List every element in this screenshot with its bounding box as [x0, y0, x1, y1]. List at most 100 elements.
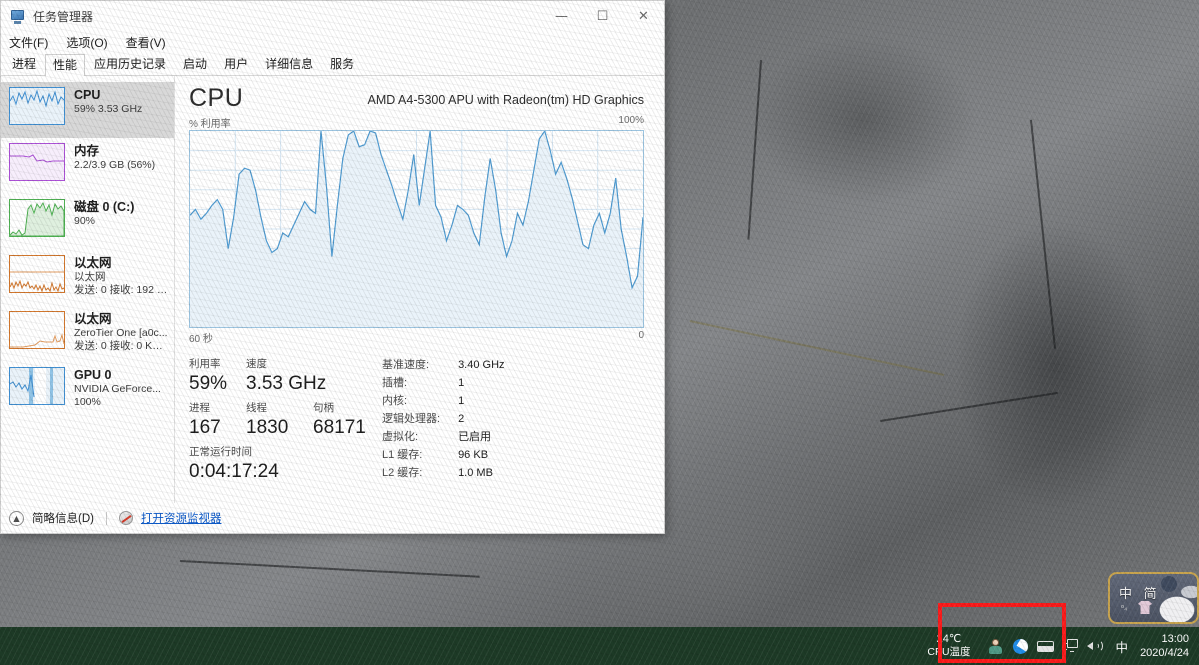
window-titlebar[interactable]: 任务管理器 — ☐ ✕	[1, 1, 664, 31]
tab-details[interactable]: 详细信息	[257, 53, 321, 75]
spec-key: 虚拟化:	[382, 431, 419, 443]
fewer-details-button[interactable]: 简略信息(D)	[32, 510, 94, 526]
stat-label: 利用率	[189, 358, 221, 370]
spec-value: 已启用	[458, 431, 492, 443]
sidebar-item-ethernet-2[interactable]: 以太网 ZeroTier One [a0c... 发送: 0 接收: 0 Kbp…	[1, 306, 174, 362]
blue-circle-icon	[1012, 638, 1028, 654]
maximize-button[interactable]: ☐	[582, 1, 623, 31]
cpu-utilization-chart[interactable]	[189, 130, 644, 328]
tray-app-button[interactable]	[1008, 627, 1033, 665]
cpu-temp-label: CPU温度	[927, 646, 971, 658]
stat-value: 68171	[313, 417, 366, 438]
tab-startup[interactable]: 启动	[175, 53, 215, 75]
sidebar-sub2: 发送: 0 接收: 0 Kbps	[74, 340, 168, 352]
spec-row: 插槽: 1	[382, 376, 505, 394]
spec-key: 内核:	[382, 395, 408, 407]
cpu-temperature-widget[interactable]: 24℃ CPU温度	[927, 633, 970, 659]
stat-speed: 速度 3.53 GHz	[246, 357, 326, 397]
sidebar-sub: 90%	[74, 215, 96, 227]
tray-person-button[interactable]	[983, 627, 1008, 665]
spec-value: 96 KB	[458, 449, 489, 461]
sidebar-sub: 以太网	[74, 271, 106, 283]
ime-indicator[interactable]: 中	[1108, 637, 1137, 656]
panel-header: CPU AMD A4-5300 APU with Radeon(tm) HD G…	[189, 84, 644, 113]
system-tray[interactable]: 24℃ CPU温度 中 13:00 2020/4/24	[927, 627, 1199, 665]
tray-volume-button[interactable]	[1083, 627, 1108, 665]
spec-row: 虚拟化: 已启用	[382, 430, 505, 448]
window-footer[interactable]: ▲ 简略信息(D) 打开资源监视器	[1, 503, 664, 533]
tab-users[interactable]: 用户	[216, 53, 256, 75]
sidebar-label: 以太网	[74, 256, 112, 270]
disk-thumbnail-graph	[9, 199, 65, 237]
sidebar-label: 内存	[74, 144, 100, 158]
sidebar-label: 以太网	[74, 312, 112, 326]
menu-file[interactable]: 文件(F)	[9, 34, 48, 51]
sidebar-sub2: 发送: 0 接收: 192 Kbps	[74, 284, 168, 296]
spec-key: 插槽:	[382, 377, 408, 389]
wallpaper-crack	[747, 60, 762, 240]
clock[interactable]: 13:00 2020/4/24	[1136, 632, 1199, 660]
window-body: CPU 59% 3.53 GHz 内存 2.2/3.9 GB (56%) 磁盘 …	[1, 76, 664, 503]
resource-sidebar[interactable]: CPU 59% 3.53 GHz 内存 2.2/3.9 GB (56%) 磁盘 …	[1, 76, 175, 503]
wallpaper-crack	[179, 560, 480, 578]
stat-value: 167	[189, 417, 221, 438]
tab-bar[interactable]: 进程 性能 应用历史记录 启动 用户 详细信息 服务	[1, 53, 664, 76]
spec-value: 1.0 MB	[458, 467, 493, 479]
tray-battery-button[interactable]	[1033, 627, 1058, 665]
overlay-text: 中 简	[1119, 586, 1161, 601]
wallpaper-crack	[880, 391, 1059, 422]
resource-monitor-icon[interactable]	[118, 511, 133, 525]
sidebar-label: 磁盘 0 (C:)	[74, 200, 135, 214]
spec-key: L1 缓存:	[382, 449, 423, 461]
sidebar-sub: NVIDIA GeForce...	[74, 383, 161, 395]
stat-label: 正常运行时间	[189, 446, 252, 458]
chart-y-label: % 利用率	[189, 119, 231, 130]
sidebar-sub: 59% 3.53 GHz	[74, 103, 143, 115]
cpu-model-name: AMD A4-5300 APU with Radeon(tm) HD Graph…	[367, 93, 645, 107]
tray-network-button[interactable]	[1058, 627, 1083, 665]
window-title: 任务管理器	[33, 9, 94, 24]
spec-value: 3.40 GHz	[458, 359, 505, 371]
tab-performance[interactable]: 性能	[45, 54, 86, 76]
clock-date: 2020/4/24	[1140, 647, 1189, 659]
stat-value: 1830	[246, 417, 289, 438]
sidebar-sub: 2.2/3.9 GB (56%)	[74, 159, 156, 171]
page-title: CPU	[189, 84, 244, 112]
game-overlay-widget[interactable]: 中 简 ᵒ₄	[1108, 572, 1199, 624]
sidebar-sub: ZeroTier One [a0c...	[74, 327, 168, 339]
sidebar-item-ethernet-1[interactable]: 以太网 以太网 发送: 0 接收: 192 Kbps	[1, 250, 174, 306]
sidebar-item-cpu[interactable]: CPU 59% 3.53 GHz	[1, 82, 174, 138]
stat-label: 进程	[189, 402, 210, 414]
taskbar[interactable]: 24℃ CPU温度 中 13:00 2020/4/24	[0, 627, 1199, 665]
task-manager-window[interactable]: 任务管理器 — ☐ ✕ 文件(F) 选项(O) 查看(V) 进程 性能 应用历史…	[0, 0, 665, 534]
minimize-button[interactable]: —	[541, 1, 582, 31]
menu-view[interactable]: 查看(V)	[126, 34, 166, 51]
tab-processes[interactable]: 进程	[4, 53, 44, 75]
window-controls[interactable]: — ☐ ✕	[541, 1, 664, 31]
tab-services[interactable]: 服务	[322, 53, 362, 75]
spec-key: L2 缓存:	[382, 467, 423, 479]
sidebar-item-gpu[interactable]: GPU 0 NVIDIA GeForce... 100%	[1, 362, 174, 418]
sidebar-item-memory[interactable]: 内存 2.2/3.9 GB (56%)	[1, 138, 174, 194]
task-manager-icon	[10, 8, 26, 24]
stat-label: 句柄	[313, 402, 334, 414]
chevron-up-icon[interactable]: ▲	[9, 510, 24, 526]
overlay-subtext: ᵒ₄	[1121, 603, 1128, 612]
chart-y-max: 100%	[618, 115, 644, 126]
sidebar-item-disk[interactable]: 磁盘 0 (C:) 90%	[1, 194, 174, 250]
spec-row: 基准速度: 3.40 GHz	[382, 358, 505, 376]
menu-options[interactable]: 选项(O)	[66, 34, 107, 51]
stat-threads: 线程 1830	[246, 401, 313, 441]
spec-row: L1 缓存: 96 KB	[382, 448, 505, 466]
close-button[interactable]: ✕	[623, 1, 664, 31]
cpu-thumbnail-graph	[9, 87, 65, 125]
cpu-chart-svg	[190, 131, 643, 327]
open-resource-monitor-link[interactable]: 打开资源监视器	[141, 510, 222, 526]
sidebar-label: GPU 0	[74, 368, 112, 382]
stat-processes: 进程 167	[189, 401, 246, 441]
cpu-detail-panel: CPU AMD A4-5300 APU with Radeon(tm) HD G…	[175, 76, 664, 503]
cpu-temp-value: 24℃	[936, 633, 962, 645]
chart-axis-top: % 利用率 100%	[189, 115, 644, 130]
tab-app-history[interactable]: 应用历史记录	[86, 53, 174, 75]
menu-bar[interactable]: 文件(F) 选项(O) 查看(V)	[1, 31, 664, 53]
